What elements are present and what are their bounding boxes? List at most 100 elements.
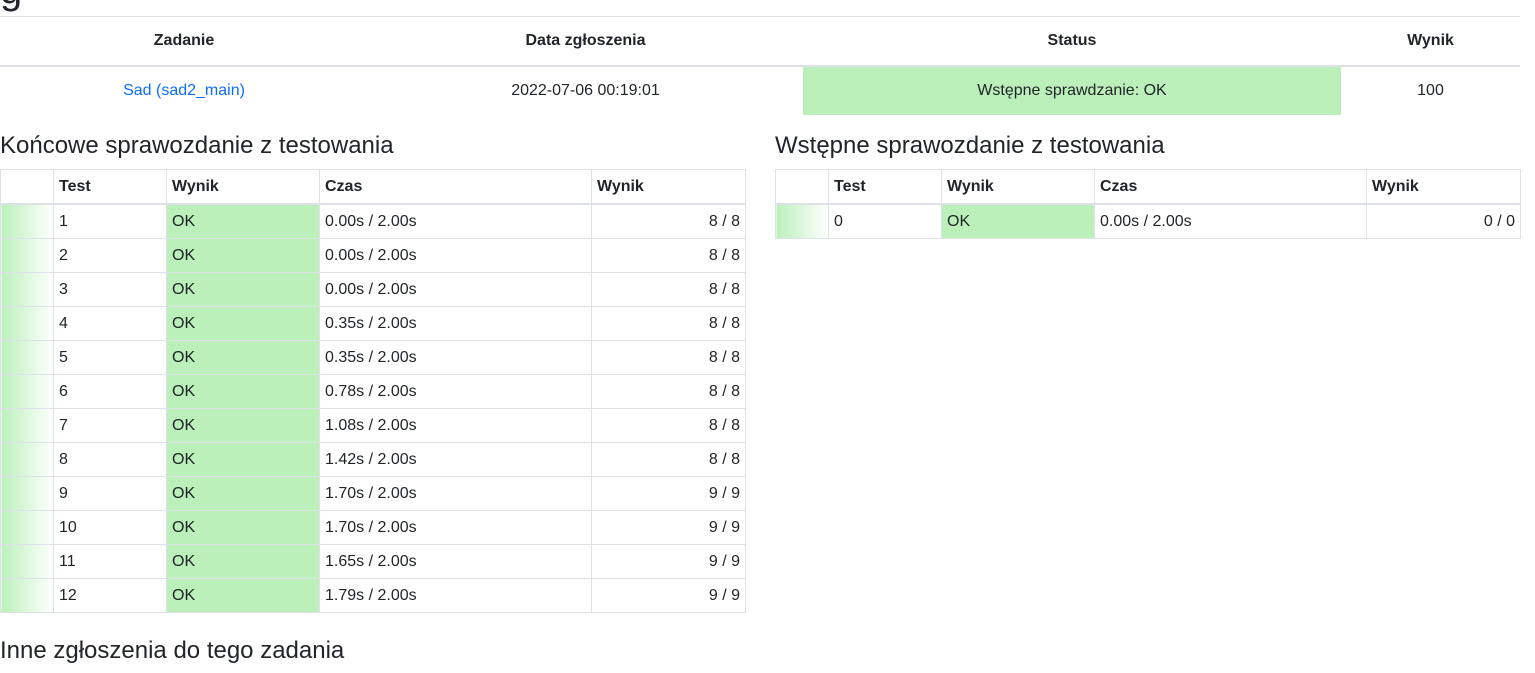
test-progress-bar bbox=[0, 544, 54, 579]
test-result: OK bbox=[166, 203, 320, 239]
header-time: Czas bbox=[319, 169, 592, 205]
test-progress-bar bbox=[0, 408, 54, 443]
table-row: 11 OK 1.65s / 2.00s 9 / 9 bbox=[0, 544, 746, 579]
test-time: 0.00s / 2.00s bbox=[1094, 203, 1367, 239]
table-row: 10 OK 1.70s / 2.00s 9 / 9 bbox=[0, 510, 746, 545]
test-time: 0.35s / 2.00s bbox=[319, 340, 592, 375]
test-result: OK bbox=[166, 408, 320, 443]
report-header-row: Test Wynik Czas Wynik bbox=[775, 169, 1521, 205]
header-points: Wynik bbox=[591, 169, 746, 205]
header-score[interactable]: Wynik bbox=[1341, 17, 1520, 67]
test-progress-bar bbox=[775, 203, 829, 239]
test-number: 4 bbox=[53, 306, 167, 341]
test-number: 8 bbox=[53, 442, 167, 477]
test-time: 1.79s / 2.00s bbox=[319, 578, 592, 613]
test-number: 9 bbox=[53, 476, 167, 511]
test-points: 8 / 8 bbox=[591, 374, 746, 409]
test-points: 8 / 8 bbox=[591, 306, 746, 341]
report-header-row: Test Wynik Czas Wynik bbox=[0, 169, 746, 205]
test-progress-bar bbox=[0, 374, 54, 409]
submission-page: g Zadanie Data zgłoszenia Status Wynik S… bbox=[0, 0, 1535, 673]
test-time: 1.65s / 2.00s bbox=[319, 544, 592, 579]
test-progress-bar bbox=[0, 578, 54, 613]
submission-date: 2022-07-06 00:19:01 bbox=[511, 82, 660, 99]
header-time: Czas bbox=[1094, 169, 1367, 205]
test-number: 2 bbox=[53, 238, 167, 273]
test-time: 1.70s / 2.00s bbox=[319, 510, 592, 545]
initial-report-table: Test Wynik Czas Wynik 0 OK 0.00s / 2.00s 0 … bbox=[775, 169, 1521, 239]
table-row: 8 OK 1.42s / 2.00s 8 / 8 bbox=[0, 442, 746, 477]
table-row: 0 OK 0.00s / 2.00s 0 / 0 bbox=[775, 203, 1521, 239]
summary-header-row: Zadanie Data zgłoszenia Status Wynik bbox=[0, 17, 1520, 67]
table-row: 6 OK 0.78s / 2.00s 8 / 8 bbox=[0, 374, 746, 409]
test-time: 0.00s / 2.00s bbox=[319, 238, 592, 273]
test-result: OK bbox=[166, 306, 320, 341]
submission-row: Sad (sad2_main) 2022-07-06 00:19:01 Wstę… bbox=[0, 66, 1520, 115]
test-number: 6 bbox=[53, 374, 167, 409]
task-link[interactable]: Sad (sad2_main) bbox=[123, 82, 245, 99]
page-title: g bbox=[0, 0, 22, 12]
test-progress-bar bbox=[0, 442, 54, 477]
test-points: 9 / 9 bbox=[591, 510, 746, 545]
test-number: 1 bbox=[53, 203, 167, 239]
header-bar bbox=[0, 169, 54, 205]
test-result: OK bbox=[166, 374, 320, 409]
test-points: 0 / 0 bbox=[1366, 203, 1521, 239]
final-report-title: Końcowe sprawozdanie z testowania bbox=[0, 132, 394, 159]
test-time: 1.70s / 2.00s bbox=[319, 476, 592, 511]
header-date[interactable]: Data zgłoszenia bbox=[368, 17, 803, 67]
test-result: OK bbox=[166, 544, 320, 579]
test-progress-bar bbox=[0, 272, 54, 307]
table-row: 12 OK 1.79s / 2.00s 9 / 9 bbox=[0, 578, 746, 613]
header-test: Test bbox=[828, 169, 942, 205]
header-status[interactable]: Status bbox=[803, 17, 1341, 67]
test-time: 1.08s / 2.00s bbox=[319, 408, 592, 443]
header-bar bbox=[775, 169, 829, 205]
header-points: Wynik bbox=[1366, 169, 1521, 205]
test-progress-bar bbox=[0, 510, 54, 545]
header-result: Wynik bbox=[166, 169, 320, 205]
other-submissions-title: Inne zgłoszenia do tego zadania bbox=[0, 637, 345, 664]
test-number: 3 bbox=[53, 272, 167, 307]
test-points: 8 / 8 bbox=[591, 340, 746, 375]
test-points: 8 / 8 bbox=[591, 203, 746, 239]
test-number: 12 bbox=[53, 578, 167, 613]
table-row: 2 OK 0.00s / 2.00s 8 / 8 bbox=[0, 238, 746, 273]
table-row: 4 OK 0.35s / 2.00s 8 / 8 bbox=[0, 306, 746, 341]
test-points: 8 / 8 bbox=[591, 442, 746, 477]
test-progress-bar bbox=[0, 203, 54, 239]
status-badge: Wstępne sprawdzanie: OK bbox=[803, 66, 1341, 115]
test-number: 0 bbox=[828, 203, 942, 239]
header-task[interactable]: Zadanie bbox=[0, 17, 368, 67]
task-cell: Sad (sad2_main) bbox=[0, 66, 368, 115]
test-result: OK bbox=[166, 510, 320, 545]
test-progress-bar bbox=[0, 476, 54, 511]
test-time: 0.00s / 2.00s bbox=[319, 272, 592, 307]
test-points: 9 / 9 bbox=[591, 476, 746, 511]
table-row: 1 OK 0.00s / 2.00s 8 / 8 bbox=[0, 203, 746, 239]
test-points: 8 / 8 bbox=[591, 238, 746, 273]
test-time: 0.78s / 2.00s bbox=[319, 374, 592, 409]
test-number: 11 bbox=[53, 544, 167, 579]
test-result: OK bbox=[941, 203, 1095, 239]
test-points: 9 / 9 bbox=[591, 578, 746, 613]
initial-report-title: Wstępne sprawozdanie z testowania bbox=[775, 132, 1165, 159]
header-result: Wynik bbox=[941, 169, 1095, 205]
table-row: 7 OK 1.08s / 2.00s 8 / 8 bbox=[0, 408, 746, 443]
test-time: 1.42s / 2.00s bbox=[319, 442, 592, 477]
test-result: OK bbox=[166, 238, 320, 273]
header-test: Test bbox=[53, 169, 167, 205]
test-time: 0.00s / 2.00s bbox=[319, 203, 592, 239]
table-row: 3 OK 0.00s / 2.00s 8 / 8 bbox=[0, 272, 746, 307]
test-progress-bar bbox=[0, 238, 54, 273]
final-report-table: Test Wynik Czas Wynik 1 OK 0.00s / 2.00s 8 … bbox=[0, 169, 746, 613]
test-points: 8 / 8 bbox=[591, 408, 746, 443]
test-time: 0.35s / 2.00s bbox=[319, 306, 592, 341]
test-number: 10 bbox=[53, 510, 167, 545]
test-points: 8 / 8 bbox=[591, 272, 746, 307]
test-progress-bar bbox=[0, 306, 54, 341]
test-result: OK bbox=[166, 340, 320, 375]
test-result: OK bbox=[166, 578, 320, 613]
table-row: 9 OK 1.70s / 2.00s 9 / 9 bbox=[0, 476, 746, 511]
submission-score: 100 bbox=[1417, 82, 1444, 99]
